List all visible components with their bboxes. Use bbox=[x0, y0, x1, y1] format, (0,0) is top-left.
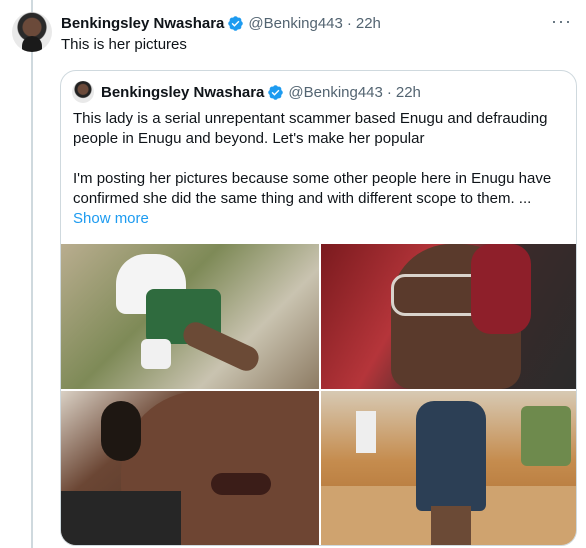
thread-line bbox=[31, 0, 33, 548]
tweet-text: This is her pictures bbox=[61, 36, 187, 53]
separator-dot: · bbox=[346, 14, 352, 32]
more-options-icon[interactable]: ··· bbox=[551, 12, 572, 30]
quoted-tweet-card[interactable]: Benkingsley Nwashara @Benking443 · 22h T… bbox=[60, 70, 577, 546]
quoted-author-handle[interactable]: @Benking443 bbox=[288, 84, 382, 101]
tweet-header: Benkingsley Nwashara @Benking443 · 22h bbox=[61, 13, 381, 33]
quoted-tweet-body: This lady is a serial unrepentant scamme… bbox=[73, 109, 563, 229]
quoted-paragraph-1: This lady is a serial unrepentant scamme… bbox=[73, 110, 548, 147]
quoted-paragraph-2: I'm posting her pictures because some ot… bbox=[73, 170, 552, 207]
verified-badge-icon bbox=[228, 15, 244, 31]
verified-badge-icon bbox=[268, 84, 284, 100]
photo-grid bbox=[61, 244, 576, 545]
tweet-time[interactable]: 22h bbox=[356, 15, 381, 32]
author-avatar[interactable] bbox=[12, 12, 52, 52]
photo-1[interactable] bbox=[61, 244, 319, 389]
photo-2[interactable] bbox=[321, 244, 576, 389]
author-handle[interactable]: @Benking443 bbox=[248, 15, 342, 32]
separator-dot: · bbox=[386, 83, 392, 101]
quoted-author-name[interactable]: Benkingsley Nwashara bbox=[101, 84, 264, 101]
quoted-author-avatar[interactable] bbox=[72, 81, 94, 103]
show-more-link[interactable]: Show more bbox=[73, 209, 563, 229]
quoted-tweet-header: Benkingsley Nwashara @Benking443 · 22h bbox=[101, 82, 421, 102]
quoted-tweet-time[interactable]: 22h bbox=[396, 84, 421, 101]
photo-3[interactable] bbox=[61, 391, 319, 545]
photo-4[interactable] bbox=[321, 391, 576, 545]
author-name[interactable]: Benkingsley Nwashara bbox=[61, 15, 224, 32]
